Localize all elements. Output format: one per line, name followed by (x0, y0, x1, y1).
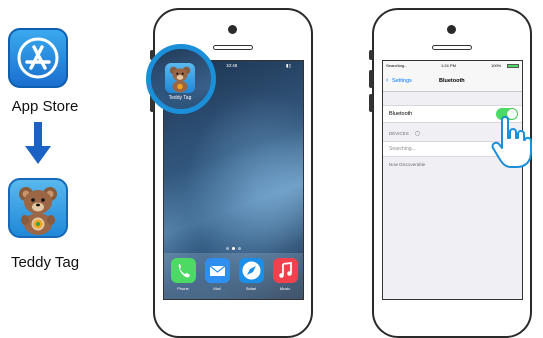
phone-app-icon[interactable] (171, 258, 196, 283)
teddy-tag-app-label: Teddy Tag (168, 95, 192, 101)
music-app-icon[interactable] (273, 258, 298, 283)
battery-percent: 100% (491, 63, 502, 68)
phone-app-label: Phone (177, 286, 189, 291)
status-time: 1:24 PM (441, 63, 456, 68)
status-time: 10:48 (226, 63, 238, 68)
teddy-tag-tile[interactable] (8, 178, 68, 238)
page-dot (238, 247, 241, 250)
phone-icon (178, 264, 190, 278)
earpiece-speaker (432, 45, 472, 50)
safari-app-label: Safari (245, 286, 257, 291)
teddy-tag-app-icon[interactable] (165, 63, 195, 93)
earpiece-speaker (213, 45, 253, 50)
teddy-tag-label: Teddy Tag (10, 254, 80, 271)
bluetooth-label: Bluetooth (389, 111, 413, 117)
app-store-icon (17, 37, 59, 79)
discoverable-note: Now Discoverable (389, 162, 426, 167)
loading-spinner-icon (415, 131, 420, 136)
dock: Phone Mail Safari Music (164, 253, 303, 299)
volume-down-button (369, 94, 373, 112)
mail-app-label: Mail (213, 286, 221, 291)
status-bar: Searching... 1:24 PM 100% (383, 61, 522, 71)
mail-icon (209, 265, 226, 276)
volume-up-button (369, 70, 373, 88)
searching-label: Searching... (389, 146, 416, 152)
carrier-status: Searching... (386, 63, 408, 68)
safari-app-icon[interactable] (239, 258, 264, 283)
devices-header: DEVICES (389, 131, 409, 136)
front-camera (447, 25, 456, 34)
teddy-bear-icon (19, 187, 57, 235)
app-store-label: App Store (11, 98, 79, 115)
music-note-icon (279, 261, 292, 278)
teddy-tag-zoom-callout: Teddy Tag (146, 44, 216, 114)
down-arrow-icon (25, 122, 51, 164)
battery-icon (507, 64, 519, 68)
pointing-hand-icon (491, 116, 532, 168)
back-chevron-icon[interactable]: ‹ (386, 77, 388, 84)
mail-app-icon[interactable] (205, 258, 230, 283)
bluetooth-settings-screen: Searching... 1:24 PM 100% ‹ Settings Blu… (382, 60, 523, 300)
page-dot (226, 247, 229, 250)
back-button[interactable]: Settings (392, 78, 412, 84)
teddy-bear-icon (169, 66, 191, 93)
app-store-tile[interactable] (8, 28, 68, 88)
mute-switch (369, 50, 373, 60)
compass-icon (242, 261, 261, 280)
battery-icon: ▮▯ (286, 63, 291, 68)
nav-bar: ‹ Settings Bluetooth (383, 71, 522, 92)
front-camera (228, 25, 237, 34)
page-title: Bluetooth (439, 78, 465, 84)
phone-bluetooth-settings: Searching... 1:24 PM 100% ‹ Settings Blu… (369, 8, 532, 338)
page-dot-active (232, 247, 235, 250)
music-app-label: Music (279, 286, 291, 291)
